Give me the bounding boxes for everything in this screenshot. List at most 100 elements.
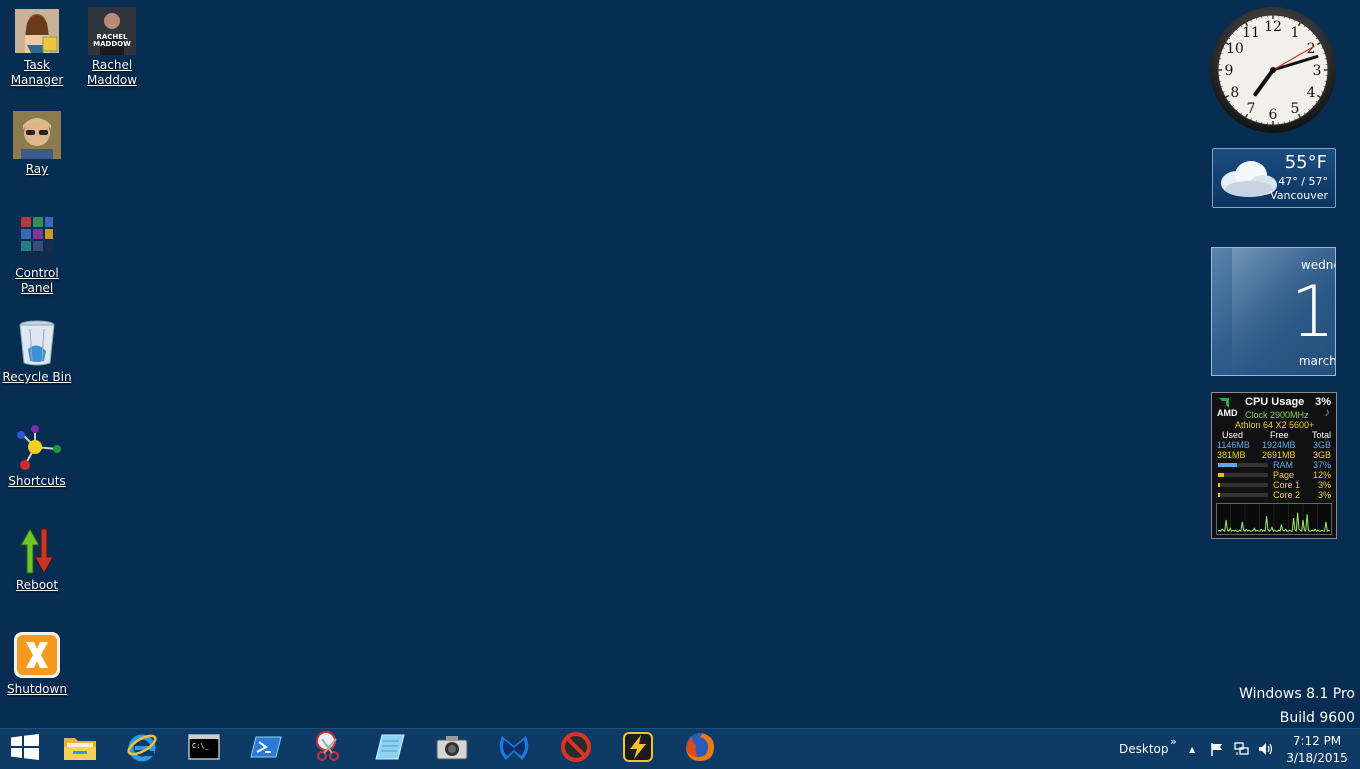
folder-icon <box>63 733 97 765</box>
start-button[interactable] <box>0 729 50 769</box>
desktop-icon-recycle-bin[interactable]: Recycle Bin <box>0 319 74 385</box>
cpu-brand: AMD <box>1217 408 1238 418</box>
shortcuts-molecule-icon <box>13 423 61 471</box>
ram-free: 1924MB <box>1262 440 1296 450</box>
action-center-flag-icon[interactable] <box>1210 729 1224 769</box>
taskbar-notepad[interactable] <box>360 729 420 769</box>
clock-numeral: 4 <box>1307 85 1316 101</box>
meter-ram-pct: 37% <box>1313 460 1331 470</box>
volume-icon[interactable] <box>1258 729 1274 769</box>
cpu-model: Athlon 64 X2 5600+ <box>1235 420 1314 430</box>
meter-core1-bar <box>1218 483 1268 487</box>
clock-numeral: 8 <box>1230 85 1239 101</box>
taskbar-camera[interactable] <box>422 729 482 769</box>
command-prompt-icon: C:\_ <box>188 734 220 764</box>
desktop-icon-label: Reboot <box>0 578 74 593</box>
cpu-history-graph <box>1216 503 1332 535</box>
camera-icon <box>436 734 468 764</box>
desktop-toolbar-label[interactable]: Desktop <box>1119 729 1169 769</box>
network-icon[interactable] <box>1234 729 1250 769</box>
ram-used: 1146MB <box>1217 440 1250 450</box>
internet-explorer-icon <box>126 731 158 767</box>
meter-core1-pct: 3% <box>1318 480 1331 490</box>
rachel-thumb-text: RACHEL MADDOW <box>90 34 134 48</box>
calendar-gadget[interactable]: wednesday 18 march 2015 <box>1211 247 1336 376</box>
weather-temperature: 55°F <box>1285 152 1327 173</box>
shutdown-x-icon <box>13 631 61 679</box>
taskbar-malwarebytes[interactable] <box>484 729 544 769</box>
windows-logo-icon <box>11 734 39 764</box>
desktop-icon-label: ControlPanel <box>0 266 74 296</box>
page-free: 2691MB <box>1262 450 1296 460</box>
desktop-icon-control-panel[interactable]: ControlPanel <box>0 215 74 296</box>
desktop-icon-label: Ray <box>0 162 74 177</box>
desktop-icon-rachel-maddow[interactable]: RACHEL MADDOW RachelMaddow <box>75 7 149 88</box>
col-free: Free <box>1270 430 1289 440</box>
taskbar-snipping-tool[interactable] <box>298 729 358 769</box>
desktop-icon-shortcuts[interactable]: Shortcuts <box>0 423 74 489</box>
cpu-meter-gadget[interactable]: AMD CPU Usage 3% Clock 2900MHz ♪ Athlon … <box>1211 392 1337 539</box>
taskbar-command-prompt[interactable]: C:\_ <box>174 729 234 769</box>
col-used: Used <box>1222 430 1243 440</box>
clock-numeral: 10 <box>1226 41 1244 57</box>
clock-numeral: 2 <box>1307 41 1316 57</box>
windows-edition-text: Windows 8.1 Pro <box>1239 686 1355 702</box>
clock-numeral: 6 <box>1269 107 1278 123</box>
clock-numeral: 3 <box>1313 63 1322 79</box>
clock-numeral: 11 <box>1242 25 1260 41</box>
page-total: 3GB <box>1313 450 1331 460</box>
taskbar: C:\_ <box>0 728 1360 769</box>
desktop-icon-reboot[interactable]: Reboot <box>0 527 74 593</box>
meter-core2-name: Core 2 <box>1273 490 1300 500</box>
cpu-clock: Clock 2900MHz <box>1245 410 1309 420</box>
taskbar-internet-explorer[interactable] <box>112 729 172 769</box>
taskbar-zap-app[interactable] <box>608 729 668 769</box>
taskbar-file-explorer[interactable] <box>50 729 110 769</box>
notepad-icon <box>374 731 406 767</box>
clock-numeral: 9 <box>1225 63 1234 79</box>
desktop-icon-shutdown[interactable]: Shutdown <box>0 631 74 697</box>
clock-gadget[interactable]: 121234567891011 <box>1209 6 1337 134</box>
malwarebytes-icon <box>498 732 530 766</box>
calendar-weekday: wednesday <box>1274 258 1337 272</box>
page-used: 381MB <box>1217 450 1246 460</box>
taskbar-time: 7:12 PM <box>1280 733 1354 750</box>
weather-range: 47° / 57° <box>1278 175 1328 188</box>
svg-text:C:\_: C:\_ <box>192 742 210 750</box>
windows-build-text: Build 9600 <box>1280 710 1355 726</box>
recycle-bin-icon <box>13 319 61 367</box>
taskbar-blocker-app[interactable] <box>546 729 606 769</box>
rachel-maddow-thumbnail: RACHEL MADDOW <box>88 7 136 55</box>
music-note-icon: ♪ <box>1324 405 1330 419</box>
desktop-toolbar-overflow[interactable]: » <box>1170 721 1177 761</box>
meter-page-name: Page <box>1273 470 1294 480</box>
calendar-month-year: march 2015 <box>1274 354 1337 368</box>
firefox-icon <box>684 731 716 767</box>
meter-core1-name: Core 1 <box>1273 480 1300 490</box>
desktop-icon-ray[interactable]: Ray <box>0 111 74 177</box>
show-hidden-icons-arrow[interactable]: ▲ <box>1189 729 1195 769</box>
taskbar-firefox[interactable] <box>670 729 730 769</box>
desktop-icon-label: Shortcuts <box>0 474 74 489</box>
taskbar-powershell[interactable] <box>236 729 296 769</box>
weather-gadget[interactable]: 55°F 47° / 57° Vancouver <box>1212 148 1336 208</box>
meter-core2-pct: 3% <box>1318 490 1331 500</box>
control-panel-icon <box>13 215 61 263</box>
cpu-title: CPU Usage <box>1245 396 1304 408</box>
desktop-icon-label: Recycle Bin <box>0 370 74 385</box>
meter-page-pct: 12% <box>1313 470 1331 480</box>
clock-numeral: 12 <box>1264 19 1282 35</box>
clock-numeral: 1 <box>1291 25 1300 41</box>
calendar-day: 18 <box>1274 274 1337 350</box>
task-manager-icon <box>13 7 61 55</box>
desktop-icon-label: Shutdown <box>0 682 74 697</box>
taskbar-clock[interactable]: 7:12 PM 3/18/2015 <box>1280 733 1354 767</box>
meter-ram-bar <box>1218 463 1268 467</box>
snipping-tool-icon <box>312 731 344 767</box>
meter-page-bar <box>1218 473 1268 477</box>
weather-city: Vancouver <box>1270 189 1328 202</box>
prohibited-sign-icon <box>560 731 592 767</box>
desktop-icon-task-manager[interactable]: TaskManager <box>0 7 74 88</box>
meter-core2-bar <box>1218 493 1268 497</box>
ram-total: 3GB <box>1313 440 1331 450</box>
